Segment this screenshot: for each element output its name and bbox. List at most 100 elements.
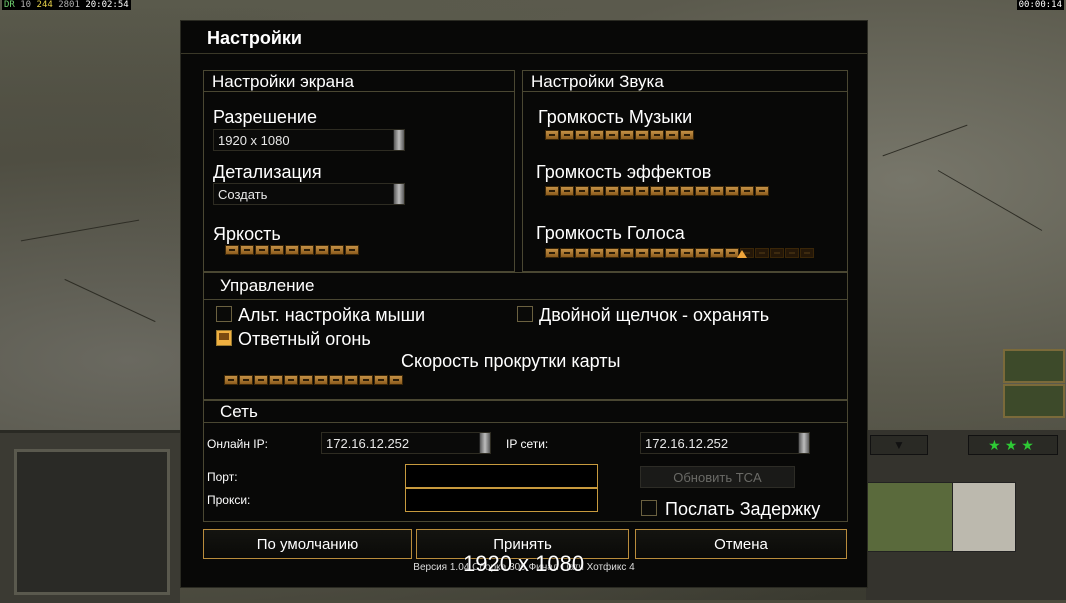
resolution-overlay: 1920 x 1080 xyxy=(463,551,585,576)
alt-mouse-checkbox[interactable] xyxy=(216,306,232,322)
slider-segment[interactable] xyxy=(575,186,589,196)
dropdown-arrow-icon[interactable] xyxy=(479,433,490,453)
hud-left-panel xyxy=(0,430,180,603)
slider-segment[interactable] xyxy=(605,130,619,140)
slider-segment[interactable] xyxy=(590,186,604,196)
slider-thumb-icon[interactable] xyxy=(737,250,747,258)
slider-segment[interactable] xyxy=(374,375,388,385)
slider-segment[interactable] xyxy=(575,248,589,258)
cancel-button[interactable]: Отмена xyxy=(635,529,847,559)
slider-segment[interactable] xyxy=(635,130,649,140)
slider-segment[interactable] xyxy=(239,375,253,385)
slider-segment[interactable] xyxy=(620,186,634,196)
dropdown-arrow-icon[interactable]: ▼ xyxy=(870,435,928,455)
slider-segment[interactable] xyxy=(680,248,694,258)
section-header: Настройки экрана xyxy=(204,71,514,92)
default-button[interactable]: По умолчанию xyxy=(203,529,412,559)
clock: 20:02:54 xyxy=(85,0,129,10)
slider-segment[interactable] xyxy=(680,186,694,196)
detail-select[interactable]: Создать xyxy=(213,183,405,205)
slider-segment[interactable] xyxy=(344,375,358,385)
slider-segment[interactable] xyxy=(710,186,724,196)
slider-segment[interactable] xyxy=(725,186,739,196)
slider-segment[interactable] xyxy=(255,245,269,255)
slider-segment[interactable] xyxy=(225,245,239,255)
double-click-checkbox[interactable] xyxy=(517,306,533,322)
slider-segment[interactable] xyxy=(300,245,314,255)
effects-volume-slider[interactable] xyxy=(545,186,769,198)
dropdown-arrow-icon[interactable] xyxy=(393,130,404,150)
slider-segment[interactable] xyxy=(770,248,784,258)
game-timer: 00:00:14 xyxy=(1016,0,1064,10)
slider-segment[interactable] xyxy=(710,248,724,258)
slider-segment[interactable] xyxy=(620,130,634,140)
radar-button[interactable] xyxy=(1003,384,1065,418)
slider-segment[interactable] xyxy=(560,248,574,258)
brightness-slider[interactable] xyxy=(225,245,359,257)
port-input[interactable] xyxy=(405,464,598,488)
slider-segment[interactable] xyxy=(545,130,559,140)
slider-segment[interactable] xyxy=(590,248,604,258)
slider-segment[interactable] xyxy=(575,130,589,140)
slider-segment[interactable] xyxy=(254,375,268,385)
slider-segment[interactable] xyxy=(695,248,709,258)
slider-segment[interactable] xyxy=(560,186,574,196)
slider-segment[interactable] xyxy=(665,186,679,196)
slider-segment[interactable] xyxy=(755,248,769,258)
debug-info: DR 10 244 2801 20:02:54 xyxy=(2,0,131,10)
slider-segment[interactable] xyxy=(605,186,619,196)
slider-segment[interactable] xyxy=(590,130,604,140)
slider-segment[interactable] xyxy=(665,130,679,140)
slider-segment[interactable] xyxy=(680,130,694,140)
dropdown-arrow-icon[interactable] xyxy=(798,433,809,453)
slider-segment[interactable] xyxy=(315,245,329,255)
slider-segment[interactable] xyxy=(650,130,664,140)
slider-segment[interactable] xyxy=(740,186,754,196)
build-thumbnail[interactable] xyxy=(866,482,954,552)
slider-segment[interactable] xyxy=(650,186,664,196)
scroll-speed-slider[interactable] xyxy=(224,375,403,387)
voice-volume-slider[interactable] xyxy=(545,248,814,260)
slider-segment[interactable] xyxy=(330,245,344,255)
slider-segment[interactable] xyxy=(285,245,299,255)
online-ip-select[interactable]: 172.16.12.252 xyxy=(321,432,491,454)
slider-segment[interactable] xyxy=(224,375,238,385)
slider-segment[interactable] xyxy=(299,375,313,385)
debug-a: DR xyxy=(4,0,15,10)
slider-segment[interactable] xyxy=(240,245,254,255)
slider-segment[interactable] xyxy=(800,248,814,258)
slider-segment[interactable] xyxy=(269,375,283,385)
slider-segment[interactable] xyxy=(329,375,343,385)
slider-segment[interactable] xyxy=(345,245,359,255)
build-thumbnail[interactable] xyxy=(952,482,1016,552)
slider-segment[interactable] xyxy=(545,186,559,196)
unit-portrait-button[interactable] xyxy=(1003,349,1065,383)
slider-segment[interactable] xyxy=(650,248,664,258)
slider-segment[interactable] xyxy=(785,248,799,258)
detail-value: Создать xyxy=(218,187,268,202)
slider-segment[interactable] xyxy=(314,375,328,385)
slider-segment[interactable] xyxy=(605,248,619,258)
slider-segment[interactable] xyxy=(620,248,634,258)
slider-segment[interactable] xyxy=(755,186,769,196)
slider-segment[interactable] xyxy=(635,248,649,258)
slider-segment[interactable] xyxy=(695,186,709,196)
resolution-select[interactable]: 1920 x 1080 xyxy=(213,129,405,151)
slider-segment[interactable] xyxy=(270,245,284,255)
section-header: Управление xyxy=(204,273,847,300)
proxy-input[interactable] xyxy=(405,488,598,512)
slider-segment[interactable] xyxy=(560,130,574,140)
slider-segment[interactable] xyxy=(389,375,403,385)
resolution-label: Разрешение xyxy=(213,107,317,127)
slider-segment[interactable] xyxy=(665,248,679,258)
slider-segment[interactable] xyxy=(545,248,559,258)
slider-segment[interactable] xyxy=(359,375,373,385)
music-volume-slider[interactable] xyxy=(545,130,694,142)
dropdown-arrow-icon[interactable] xyxy=(393,184,404,204)
slider-segment[interactable] xyxy=(635,186,649,196)
net-ip-select[interactable]: 172.16.12.252 xyxy=(640,432,810,454)
update-tca-button[interactable]: Обновить TCA xyxy=(640,466,795,488)
slider-segment[interactable] xyxy=(284,375,298,385)
send-delay-checkbox[interactable] xyxy=(641,500,657,516)
return-fire-checkbox[interactable] xyxy=(216,330,232,346)
